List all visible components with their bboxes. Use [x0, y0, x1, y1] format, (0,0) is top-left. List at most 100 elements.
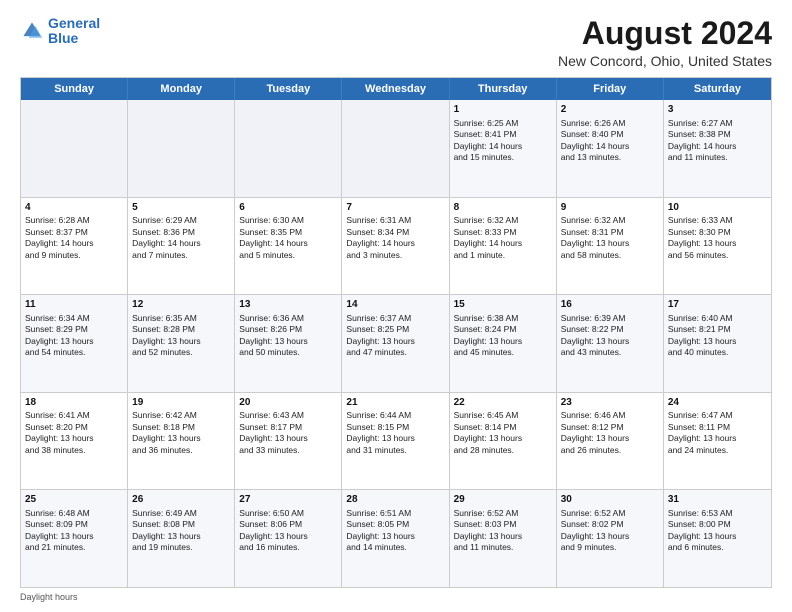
day-cell-18: 18Sunrise: 6:41 AMSunset: 8:20 PMDayligh… — [21, 393, 128, 490]
day-info-line: Daylight: 13 hours — [239, 531, 337, 542]
title-block: August 2024 New Concord, Ohio, United St… — [558, 16, 772, 69]
day-number: 10 — [668, 201, 767, 215]
day-info-line: Sunset: 8:18 PM — [132, 422, 230, 433]
day-info-line: Daylight: 14 hours — [132, 238, 230, 249]
day-info-line: Sunrise: 6:37 AM — [346, 313, 444, 324]
day-info-line: and 21 minutes. — [25, 542, 123, 553]
day-info-line: and 45 minutes. — [454, 347, 552, 358]
day-number: 18 — [25, 396, 123, 410]
day-info-line: Sunrise: 6:46 AM — [561, 410, 659, 421]
day-cell-17: 17Sunrise: 6:40 AMSunset: 8:21 PMDayligh… — [664, 295, 771, 392]
footer-note: Daylight hours — [20, 592, 772, 602]
day-info-line: Sunrise: 6:30 AM — [239, 215, 337, 226]
logo-line2: Blue — [48, 30, 78, 46]
day-cell-11: 11Sunrise: 6:34 AMSunset: 8:29 PMDayligh… — [21, 295, 128, 392]
logo: General Blue — [20, 16, 100, 47]
day-info-line: Sunset: 8:22 PM — [561, 324, 659, 335]
day-info-line: and 5 minutes. — [239, 250, 337, 261]
day-info-line: Sunrise: 6:29 AM — [132, 215, 230, 226]
empty-cell — [21, 100, 128, 197]
day-info-line: Daylight: 14 hours — [239, 238, 337, 249]
day-info-line: Sunrise: 6:47 AM — [668, 410, 767, 421]
day-info-line: and 11 minutes. — [454, 542, 552, 553]
day-info-line: Sunset: 8:00 PM — [668, 519, 767, 530]
day-number: 20 — [239, 396, 337, 410]
calendar-week-3: 11Sunrise: 6:34 AMSunset: 8:29 PMDayligh… — [21, 294, 771, 392]
day-info-line: Daylight: 13 hours — [132, 433, 230, 444]
day-info-line: Sunset: 8:12 PM — [561, 422, 659, 433]
day-info-line: and 26 minutes. — [561, 445, 659, 456]
day-info-line: Daylight: 13 hours — [239, 336, 337, 347]
day-info-line: Sunrise: 6:34 AM — [25, 313, 123, 324]
day-info-line: Sunset: 8:41 PM — [454, 129, 552, 140]
day-info-line: Sunset: 8:08 PM — [132, 519, 230, 530]
day-info-line: and 58 minutes. — [561, 250, 659, 261]
main-title: August 2024 — [558, 16, 772, 51]
day-cell-6: 6Sunrise: 6:30 AMSunset: 8:35 PMDaylight… — [235, 198, 342, 295]
day-info-line: Sunrise: 6:39 AM — [561, 313, 659, 324]
day-info-line: Sunrise: 6:38 AM — [454, 313, 552, 324]
day-number: 12 — [132, 298, 230, 312]
day-info-line: Daylight: 13 hours — [454, 531, 552, 542]
day-info-line: Sunset: 8:24 PM — [454, 324, 552, 335]
day-number: 6 — [239, 201, 337, 215]
day-info-line: and 38 minutes. — [25, 445, 123, 456]
day-info-line: Sunset: 8:36 PM — [132, 227, 230, 238]
day-info-line: Daylight: 13 hours — [561, 433, 659, 444]
day-info-line: Sunset: 8:35 PM — [239, 227, 337, 238]
day-info-line: Sunrise: 6:49 AM — [132, 508, 230, 519]
day-info-line: Sunset: 8:02 PM — [561, 519, 659, 530]
day-cell-13: 13Sunrise: 6:36 AMSunset: 8:26 PMDayligh… — [235, 295, 342, 392]
day-info-line: Sunrise: 6:36 AM — [239, 313, 337, 324]
day-cell-28: 28Sunrise: 6:51 AMSunset: 8:05 PMDayligh… — [342, 490, 449, 587]
day-cell-16: 16Sunrise: 6:39 AMSunset: 8:22 PMDayligh… — [557, 295, 664, 392]
day-info-line: and 54 minutes. — [25, 347, 123, 358]
day-info-line: Sunrise: 6:53 AM — [668, 508, 767, 519]
day-cell-10: 10Sunrise: 6:33 AMSunset: 8:30 PMDayligh… — [664, 198, 771, 295]
day-info-line: Sunset: 8:05 PM — [346, 519, 444, 530]
day-number: 16 — [561, 298, 659, 312]
day-info-line: and 36 minutes. — [132, 445, 230, 456]
day-number: 30 — [561, 493, 659, 507]
day-cell-8: 8Sunrise: 6:32 AMSunset: 8:33 PMDaylight… — [450, 198, 557, 295]
header-monday: Monday — [128, 78, 235, 100]
header-saturday: Saturday — [664, 78, 771, 100]
day-info-line: Daylight: 13 hours — [25, 336, 123, 347]
day-info-line: Daylight: 13 hours — [25, 433, 123, 444]
day-number: 8 — [454, 201, 552, 215]
day-info-line: Daylight: 13 hours — [561, 531, 659, 542]
day-info-line: Daylight: 14 hours — [454, 238, 552, 249]
day-info-line: and 50 minutes. — [239, 347, 337, 358]
day-info-line: and 16 minutes. — [239, 542, 337, 553]
day-number: 11 — [25, 298, 123, 312]
day-info-line: Sunset: 8:37 PM — [25, 227, 123, 238]
day-number: 1 — [454, 103, 552, 117]
day-info-line: Sunset: 8:03 PM — [454, 519, 552, 530]
day-number: 15 — [454, 298, 552, 312]
day-info-line: Sunrise: 6:28 AM — [25, 215, 123, 226]
empty-cell — [128, 100, 235, 197]
day-number: 22 — [454, 396, 552, 410]
calendar-week-1: 1Sunrise: 6:25 AMSunset: 8:41 PMDaylight… — [21, 100, 771, 197]
day-info-line: Sunset: 8:33 PM — [454, 227, 552, 238]
day-info-line: Sunset: 8:40 PM — [561, 129, 659, 140]
day-number: 27 — [239, 493, 337, 507]
day-info-line: Sunset: 8:15 PM — [346, 422, 444, 433]
day-info-line: Daylight: 13 hours — [668, 531, 767, 542]
day-info-line: and 40 minutes. — [668, 347, 767, 358]
day-number: 19 — [132, 396, 230, 410]
day-info-line: Sunset: 8:17 PM — [239, 422, 337, 433]
day-cell-30: 30Sunrise: 6:52 AMSunset: 8:02 PMDayligh… — [557, 490, 664, 587]
calendar-header: Sunday Monday Tuesday Wednesday Thursday… — [21, 78, 771, 100]
day-info-line: Daylight: 13 hours — [668, 433, 767, 444]
day-info-line: Daylight: 13 hours — [132, 336, 230, 347]
header-wednesday: Wednesday — [342, 78, 449, 100]
day-info-line: Sunrise: 6:26 AM — [561, 118, 659, 129]
header-tuesday: Tuesday — [235, 78, 342, 100]
day-info-line: Daylight: 13 hours — [132, 531, 230, 542]
day-number: 3 — [668, 103, 767, 117]
day-info-line: Daylight: 13 hours — [668, 238, 767, 249]
day-cell-14: 14Sunrise: 6:37 AMSunset: 8:25 PMDayligh… — [342, 295, 449, 392]
day-info-line: and 9 minutes. — [561, 542, 659, 553]
day-cell-5: 5Sunrise: 6:29 AMSunset: 8:36 PMDaylight… — [128, 198, 235, 295]
